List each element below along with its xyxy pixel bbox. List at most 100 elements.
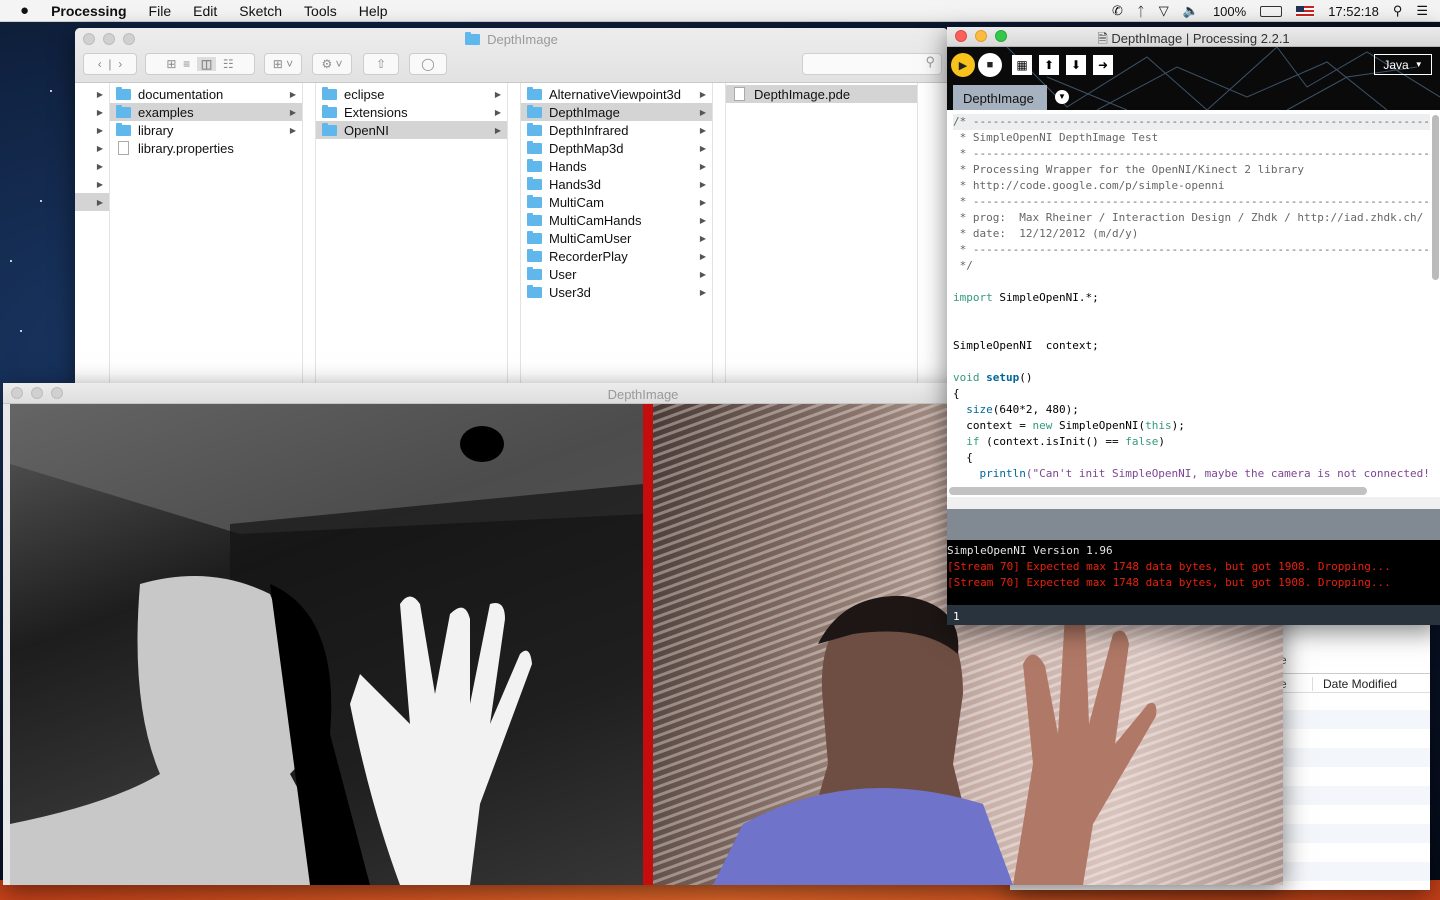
code-line: println("Can't init SimpleOpenNI, maybe …	[953, 466, 1431, 482]
item-label: DepthInfrared	[549, 122, 629, 138]
list-item[interactable]: DepthMap3d ▶	[521, 139, 712, 157]
tag-icon[interactable]: ◯	[409, 53, 447, 75]
divider-bar	[643, 404, 653, 885]
stop-button[interactable]: ■	[978, 53, 1002, 77]
code-token: )	[1158, 435, 1165, 448]
depth-image-shapes	[10, 404, 643, 885]
code-token: {	[953, 451, 973, 464]
list-item[interactable]: library.properties	[110, 139, 302, 157]
tab-depthimage[interactable]: DepthImage	[953, 85, 1047, 110]
open-sketch-icon[interactable]: ⬆	[1039, 55, 1059, 75]
window-title: DepthImage	[487, 32, 558, 47]
code-line: context = new SimpleOpenNI(this);	[953, 418, 1430, 434]
code-token: import	[953, 291, 993, 304]
folder-icon	[527, 230, 542, 244]
list-item[interactable]: AlternativeViewpoint3d ▶	[521, 85, 712, 103]
code-editor[interactable]: /* -------------------------------------…	[947, 113, 1430, 485]
search-icon: ⚲	[925, 54, 935, 69]
export-icon[interactable]: ➜	[1093, 55, 1113, 75]
code-token: setup	[986, 371, 1020, 384]
menu-help[interactable]: Help	[348, 3, 399, 19]
folder-icon	[527, 212, 542, 226]
run-button[interactable]: ▶	[951, 53, 975, 77]
menu-tools[interactable]: Tools	[293, 3, 348, 19]
list-item[interactable]: eclipse ▶	[316, 85, 507, 103]
action-gear-icon[interactable]: ⚙ ˅	[312, 53, 352, 75]
folder-icon	[116, 122, 131, 136]
code-token: * date: 12/12/2012 (m/d/y)	[953, 227, 1139, 240]
code-token: * SimpleOpenNI DepthImage Test	[953, 131, 1159, 144]
horizontal-scrollbar[interactable]	[949, 487, 1367, 495]
list-item[interactable]: User3d ▶	[521, 283, 712, 301]
save-sketch-icon[interactable]: ⬇	[1066, 55, 1086, 75]
processing-editor-window: 🗎 DepthImage | Processing 2.2.1 ▶ ■ ▦ ⬆ …	[947, 27, 1440, 625]
list-item[interactable]: User ▶	[521, 265, 712, 283]
list-item[interactable]: Hands3d ▶	[521, 175, 712, 193]
mode-label: Java	[1383, 57, 1409, 72]
wifi-icon[interactable]: ▽	[1159, 3, 1169, 19]
code-token: false	[1125, 435, 1159, 448]
battery-icon[interactable]	[1260, 5, 1283, 17]
list-item[interactable]: library ▶	[110, 121, 302, 139]
bluetooth-icon[interactable]: ᛏ	[1137, 4, 1145, 19]
phone-icon[interactable]: ✆	[1112, 3, 1123, 19]
date-modified-header[interactable]: Date Modified	[1312, 677, 1398, 691]
zoom-button[interactable]	[51, 387, 63, 399]
battery-percent[interactable]: 100%	[1213, 4, 1246, 19]
folder-icon	[527, 266, 542, 280]
menu-file[interactable]: File	[138, 3, 183, 19]
list-item[interactable]: MultiCam ▶	[521, 193, 712, 211]
back-forward-buttons[interactable]: ‹ | ›	[83, 53, 137, 75]
minimize-button[interactable]	[31, 387, 43, 399]
folder-icon	[322, 86, 337, 100]
folder-icon	[322, 104, 337, 118]
code-token: void	[953, 371, 980, 384]
input-flag-icon[interactable]	[1296, 5, 1315, 17]
chevron-right-icon: ▶	[494, 125, 501, 135]
code-token: ("Can't init SimpleOpenNI, maybe the cam…	[1025, 467, 1430, 480]
list-item[interactable]: MultiCamHands ▶	[521, 211, 712, 229]
list-item[interactable]: RecorderPlay ▶	[521, 247, 712, 265]
list-item[interactable]: DepthImage.pde	[726, 85, 917, 103]
item-label: Extensions	[344, 104, 408, 120]
tab-menu-chevron-icon[interactable]: ▼	[1055, 90, 1069, 104]
code-token: * http://code.google.com/p/simple-openni	[953, 179, 1225, 192]
clock[interactable]: 17:52:18	[1328, 4, 1379, 19]
apple-menu-icon[interactable]: ●	[0, 2, 40, 19]
list-item[interactable]: Extensions ▶	[316, 103, 507, 121]
item-label: User3d	[549, 284, 591, 300]
arrange-button[interactable]: ⊞ ˅	[264, 53, 302, 75]
close-button[interactable]	[955, 30, 967, 42]
code-line: void setup()	[953, 370, 1430, 386]
list-item[interactable]: documentation ▶	[110, 85, 302, 103]
menu-sketch[interactable]: Sketch	[228, 3, 293, 19]
new-sketch-icon[interactable]: ▦	[1012, 55, 1032, 75]
code-token: {	[953, 387, 960, 400]
code-token: /* -------------------------------------…	[953, 115, 1430, 128]
view-mode-buttons[interactable]: ⊞ ≡ ◫ ☷	[145, 53, 255, 75]
list-item[interactable]: Hands ▶	[521, 157, 712, 175]
list-item[interactable]: examples ▶	[110, 103, 302, 121]
minimize-button[interactable]	[975, 30, 987, 42]
list-item[interactable]: DepthImage ▶	[521, 103, 712, 121]
share-icon[interactable]: ⇧	[363, 53, 399, 75]
vertical-scrollbar[interactable]	[1432, 115, 1439, 280]
list-item[interactable]: DepthInfrared ▶	[521, 121, 712, 139]
list-item[interactable]: OpenNI ▶	[316, 121, 507, 139]
notification-center-icon[interactable]: ☰	[1416, 3, 1428, 19]
close-button[interactable]	[11, 387, 23, 399]
spotlight-search-icon[interactable]: ⚲	[1393, 3, 1403, 19]
console-divider[interactable]	[947, 497, 1440, 540]
menu-app[interactable]: Processing	[40, 3, 137, 19]
chevron-right-icon: ▶	[289, 89, 296, 99]
volume-icon[interactable]: 🔈	[1183, 3, 1199, 19]
search-input[interactable]: ⚲	[802, 53, 942, 75]
menu-edit[interactable]: Edit	[182, 3, 228, 19]
zoom-button[interactable]	[995, 30, 1007, 42]
list-item[interactable]: MultiCamUser ▶	[521, 229, 712, 247]
folder-icon	[527, 140, 542, 154]
mode-selector[interactable]: Java ▼	[1374, 54, 1432, 75]
code-line: SimpleOpenNI context;	[953, 338, 1430, 354]
